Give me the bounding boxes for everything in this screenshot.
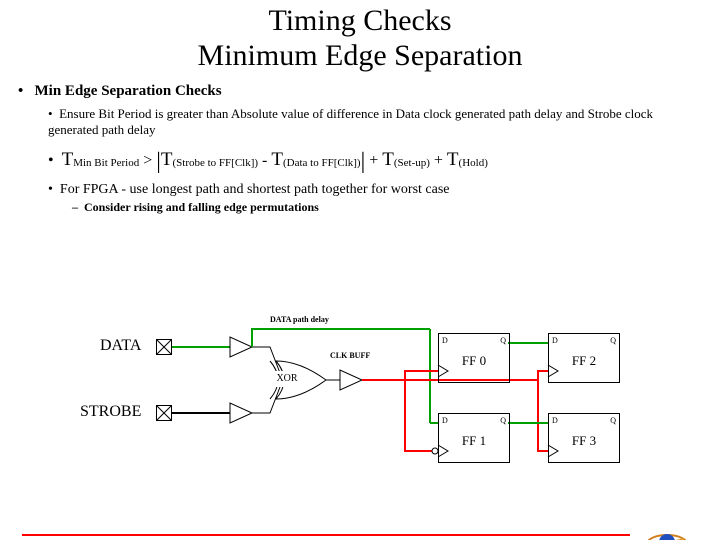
- title-line-2: Minimum Edge Separation: [198, 39, 523, 72]
- mapld-logo-icon: [644, 528, 690, 540]
- title-line-1: Timing Checks: [268, 4, 451, 37]
- clk-buff-label: CLK BUFF: [330, 351, 370, 360]
- data-path-label: DATA path delay: [270, 315, 329, 324]
- slide-body: • Min Edge Separation Checks • Ensure Bi…: [0, 73, 720, 215]
- timing-diagram: DATA STROBE DATA path delay CLK BUFF XOR…: [0, 315, 720, 485]
- bullet-ensure: • Ensure Bit Period is greater than Abso…: [48, 106, 684, 138]
- formula: • TMin Bit Period > |T(Strobe to FF[Clk]…: [48, 148, 684, 174]
- slide-title: Timing Checks Minimum Edge Separation: [0, 0, 720, 73]
- ff1: D Q FF 1: [438, 413, 510, 463]
- ff2: D Q FF 2: [548, 333, 620, 383]
- data-port-icon: [156, 339, 172, 355]
- xor-label: XOR: [272, 371, 302, 387]
- slide: Timing Checks Minimum Edge Separation • …: [0, 0, 720, 540]
- strobe-label: STROBE: [80, 403, 141, 421]
- bullet-permutations: – Consider rising and falling edge permu…: [72, 200, 684, 215]
- ff0: D Q FF 0: [438, 333, 510, 383]
- footer-rule: [22, 534, 630, 536]
- bullet-fpga: • For FPGA - use longest path and shorte…: [48, 182, 684, 198]
- ff3: D Q FF 3: [548, 413, 620, 463]
- data-label: DATA: [100, 337, 141, 355]
- strobe-port-icon: [156, 405, 172, 421]
- heading-1: • Min Edge Separation Checks: [18, 83, 684, 100]
